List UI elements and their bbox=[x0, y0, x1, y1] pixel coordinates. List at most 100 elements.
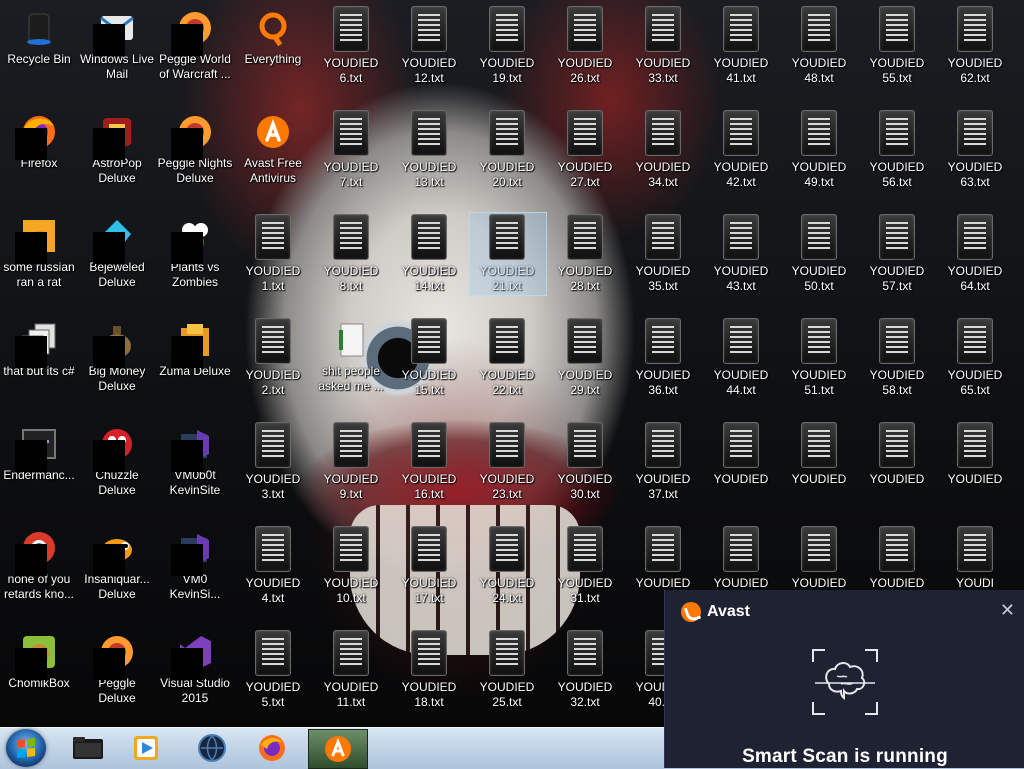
redaction-box bbox=[93, 440, 125, 472]
desktop-file-youdied[interactable]: YOUDIED 62.txt bbox=[937, 4, 1013, 86]
desktop-file-youdied[interactable]: YOUDIED 36.txt bbox=[625, 316, 701, 398]
desktop-file-youdied[interactable]: YOUDIED 33.txt bbox=[625, 4, 701, 86]
desktop-icon-label: YOUDIED 14.txt bbox=[401, 264, 457, 293]
desktop-file-youdied[interactable]: YOUDI bbox=[937, 524, 1013, 591]
desktop-file-youdied[interactable]: YOUDIED 11.txt bbox=[313, 628, 389, 710]
desktop-icon-label: YOUDIED 5.txt bbox=[245, 680, 301, 709]
desktop-icon-label: YOUDIED 20.txt bbox=[479, 160, 535, 189]
desktop-file-youdied[interactable]: YOUDIED 58.txt bbox=[859, 316, 935, 398]
text-document-icon bbox=[723, 110, 759, 156]
desktop-icon-label: YOUDIED 48.txt bbox=[791, 56, 847, 85]
desktop-file-youdied[interactable]: YOUDIED 6.txt bbox=[313, 4, 389, 86]
desktop-file-youdied[interactable]: YOUDIED 12.txt bbox=[391, 4, 467, 86]
close-icon[interactable]: ✕ bbox=[1000, 600, 1015, 621]
desktop-file-youdied[interactable]: YOUDIED 29.txt bbox=[547, 316, 623, 398]
desktop-icon-label: YOUDIED 27.txt bbox=[557, 160, 613, 189]
desktop-icon-avast-free-antivirus[interactable]: Avast Free Antivirus bbox=[235, 108, 311, 186]
text-document-icon bbox=[333, 110, 369, 156]
redaction-box bbox=[171, 24, 203, 56]
desktop-icon-label: Visual Studio 2015 bbox=[160, 676, 230, 705]
desktop-file-youdied[interactable]: YOUDIED 28.txt bbox=[547, 212, 623, 294]
taskbar-globe[interactable] bbox=[186, 729, 238, 767]
text-document-icon bbox=[723, 422, 759, 468]
text-document-icon bbox=[333, 526, 369, 572]
desktop-file-youdied[interactable]: YOUDIED bbox=[937, 420, 1013, 487]
desktop-file-youdied[interactable]: YOUDIED 21.txt bbox=[469, 212, 547, 296]
desktop-icon-label: Peggle Nights Deluxe bbox=[157, 156, 233, 185]
desktop-icon-everything[interactable]: Everything bbox=[235, 4, 311, 67]
desktop-file-youdied[interactable]: YOUDIED 32.txt bbox=[547, 628, 623, 710]
taskbar-media-player[interactable] bbox=[120, 729, 172, 767]
taskbar-explorer[interactable] bbox=[62, 729, 114, 767]
desktop-file-youdied[interactable]: YOUDIED 2.txt bbox=[235, 316, 311, 398]
desktop-file-youdied[interactable]: YOUDIED 43.txt bbox=[703, 212, 779, 294]
redaction-box bbox=[15, 544, 47, 576]
desktop-icon-recycle-bin[interactable]: Recycle Bin bbox=[1, 4, 77, 67]
desktop-file-youdied[interactable]: YOUDIED bbox=[625, 524, 701, 591]
desktop-file-youdied[interactable]: YOUDIED 30.txt bbox=[547, 420, 623, 502]
text-document-icon bbox=[879, 110, 915, 156]
desktop-file-youdied[interactable]: YOUDIED 14.txt bbox=[391, 212, 467, 294]
desktop-file-youdied[interactable]: YOUDIED 56.txt bbox=[859, 108, 935, 190]
taskbar-avast[interactable] bbox=[308, 729, 368, 769]
desktop-file-youdied[interactable]: YOUDIED 23.txt bbox=[469, 420, 545, 502]
text-document-icon bbox=[489, 630, 525, 676]
text-document-icon bbox=[723, 6, 759, 52]
desktop-file-youdied[interactable]: YOUDIED 17.txt bbox=[391, 524, 467, 606]
desktop-file-youdied[interactable]: YOUDIED 20.txt bbox=[469, 108, 545, 190]
desktop-file-youdied[interactable]: YOUDIED 18.txt bbox=[391, 628, 467, 710]
desktop-file-youdied[interactable]: YOUDIED 8.txt bbox=[313, 212, 389, 294]
desktop-file-youdied[interactable]: YOUDIED 26.txt bbox=[547, 4, 623, 86]
taskbar-firefox[interactable] bbox=[246, 729, 298, 767]
desktop-file-youdied[interactable]: YOUDIED 35.txt bbox=[625, 212, 701, 294]
desktop-icon-label: Plants vs Zombies bbox=[170, 260, 220, 289]
redaction-box bbox=[93, 128, 125, 160]
desktop-file-youdied[interactable]: YOUDIED 7.txt bbox=[313, 108, 389, 190]
desktop-file-youdied[interactable]: YOUDIED 57.txt bbox=[859, 212, 935, 294]
desktop-file-youdied[interactable]: YOUDIED 4.txt bbox=[235, 524, 311, 606]
desktop-file-youdied[interactable]: YOUDIED bbox=[703, 420, 779, 487]
desktop-file-youdied[interactable]: YOUDIED bbox=[859, 420, 935, 487]
desktop-icon-label: YOUDIED 16.txt bbox=[401, 472, 457, 501]
desktop-file-youdied[interactable]: YOUDIED 31.txt bbox=[547, 524, 623, 606]
desktop-file-youdied[interactable]: YOUDIED 13.txt bbox=[391, 108, 467, 190]
desktop-file-youdied[interactable]: YOUDIED 25.txt bbox=[469, 628, 545, 710]
desktop-file-youdied[interactable]: YOUDIED 3.txt bbox=[235, 420, 311, 502]
desktop-icon-label: YOUDIED 26.txt bbox=[557, 56, 613, 85]
desktop-file-youdied[interactable]: YOUDIED 64.txt bbox=[937, 212, 1013, 294]
desktop-file-youdied[interactable]: YOUDIED 10.txt bbox=[313, 524, 389, 606]
desktop-icon-label: AstroPop Deluxe bbox=[92, 156, 142, 185]
desktop-file-youdied[interactable]: YOUDIED bbox=[781, 420, 857, 487]
desktop-icon-shit-people-asked-me[interactable]: shit people asked me ... bbox=[313, 316, 389, 394]
desktop-file-youdied[interactable]: YOUDIED 55.txt bbox=[859, 4, 935, 86]
desktop-file-youdied[interactable]: YOUDIED 41.txt bbox=[703, 4, 779, 86]
desktop-file-youdied[interactable]: YOUDIED 37.txt bbox=[625, 420, 701, 502]
desktop-file-youdied[interactable]: YOUDIED 15.txt bbox=[391, 316, 467, 398]
desktop-file-youdied[interactable]: YOUDIED 63.txt bbox=[937, 108, 1013, 190]
desktop-file-youdied[interactable]: YOUDIED 27.txt bbox=[547, 108, 623, 190]
desktop-file-youdied[interactable]: YOUDIED 16.txt bbox=[391, 420, 467, 502]
text-document-icon bbox=[411, 526, 447, 572]
desktop-icon-label: Recycle Bin bbox=[7, 52, 71, 66]
desktop-file-youdied[interactable]: YOUDIED 48.txt bbox=[781, 4, 857, 86]
desktop-file-youdied[interactable]: YOUDIED 44.txt bbox=[703, 316, 779, 398]
desktop-file-youdied[interactable]: YOUDIED 42.txt bbox=[703, 108, 779, 190]
text-document-icon bbox=[879, 422, 915, 468]
desktop-file-youdied[interactable]: YOUDIED 24.txt bbox=[469, 524, 545, 606]
desktop-file-youdied[interactable]: YOUDIED 65.txt bbox=[937, 316, 1013, 398]
desktop-file-youdied[interactable]: YOUDIED 49.txt bbox=[781, 108, 857, 190]
desktop-icon-label: Everything bbox=[244, 52, 302, 66]
desktop-file-youdied[interactable]: YOUDIED 34.txt bbox=[625, 108, 701, 190]
desktop-file-youdied[interactable]: YOUDIED 50.txt bbox=[781, 212, 857, 294]
desktop-file-youdied[interactable]: YOUDIED 5.txt bbox=[235, 628, 311, 710]
desktop-file-youdied[interactable]: YOUDIED 22.txt bbox=[469, 316, 545, 398]
desktop-icon-label: YOUDIED 6.txt bbox=[323, 56, 379, 85]
desktop-file-youdied[interactable]: YOUDIED 51.txt bbox=[781, 316, 857, 398]
redaction-box bbox=[93, 232, 125, 264]
desktop-file-youdied[interactable]: YOUDIED 19.txt bbox=[469, 4, 545, 86]
avast-icon bbox=[325, 736, 351, 762]
text-document-icon bbox=[255, 214, 291, 260]
desktop-file-youdied[interactable]: YOUDIED 1.txt bbox=[235, 212, 311, 294]
start-button[interactable] bbox=[6, 729, 46, 767]
desktop-file-youdied[interactable]: YOUDIED 9.txt bbox=[313, 420, 389, 502]
